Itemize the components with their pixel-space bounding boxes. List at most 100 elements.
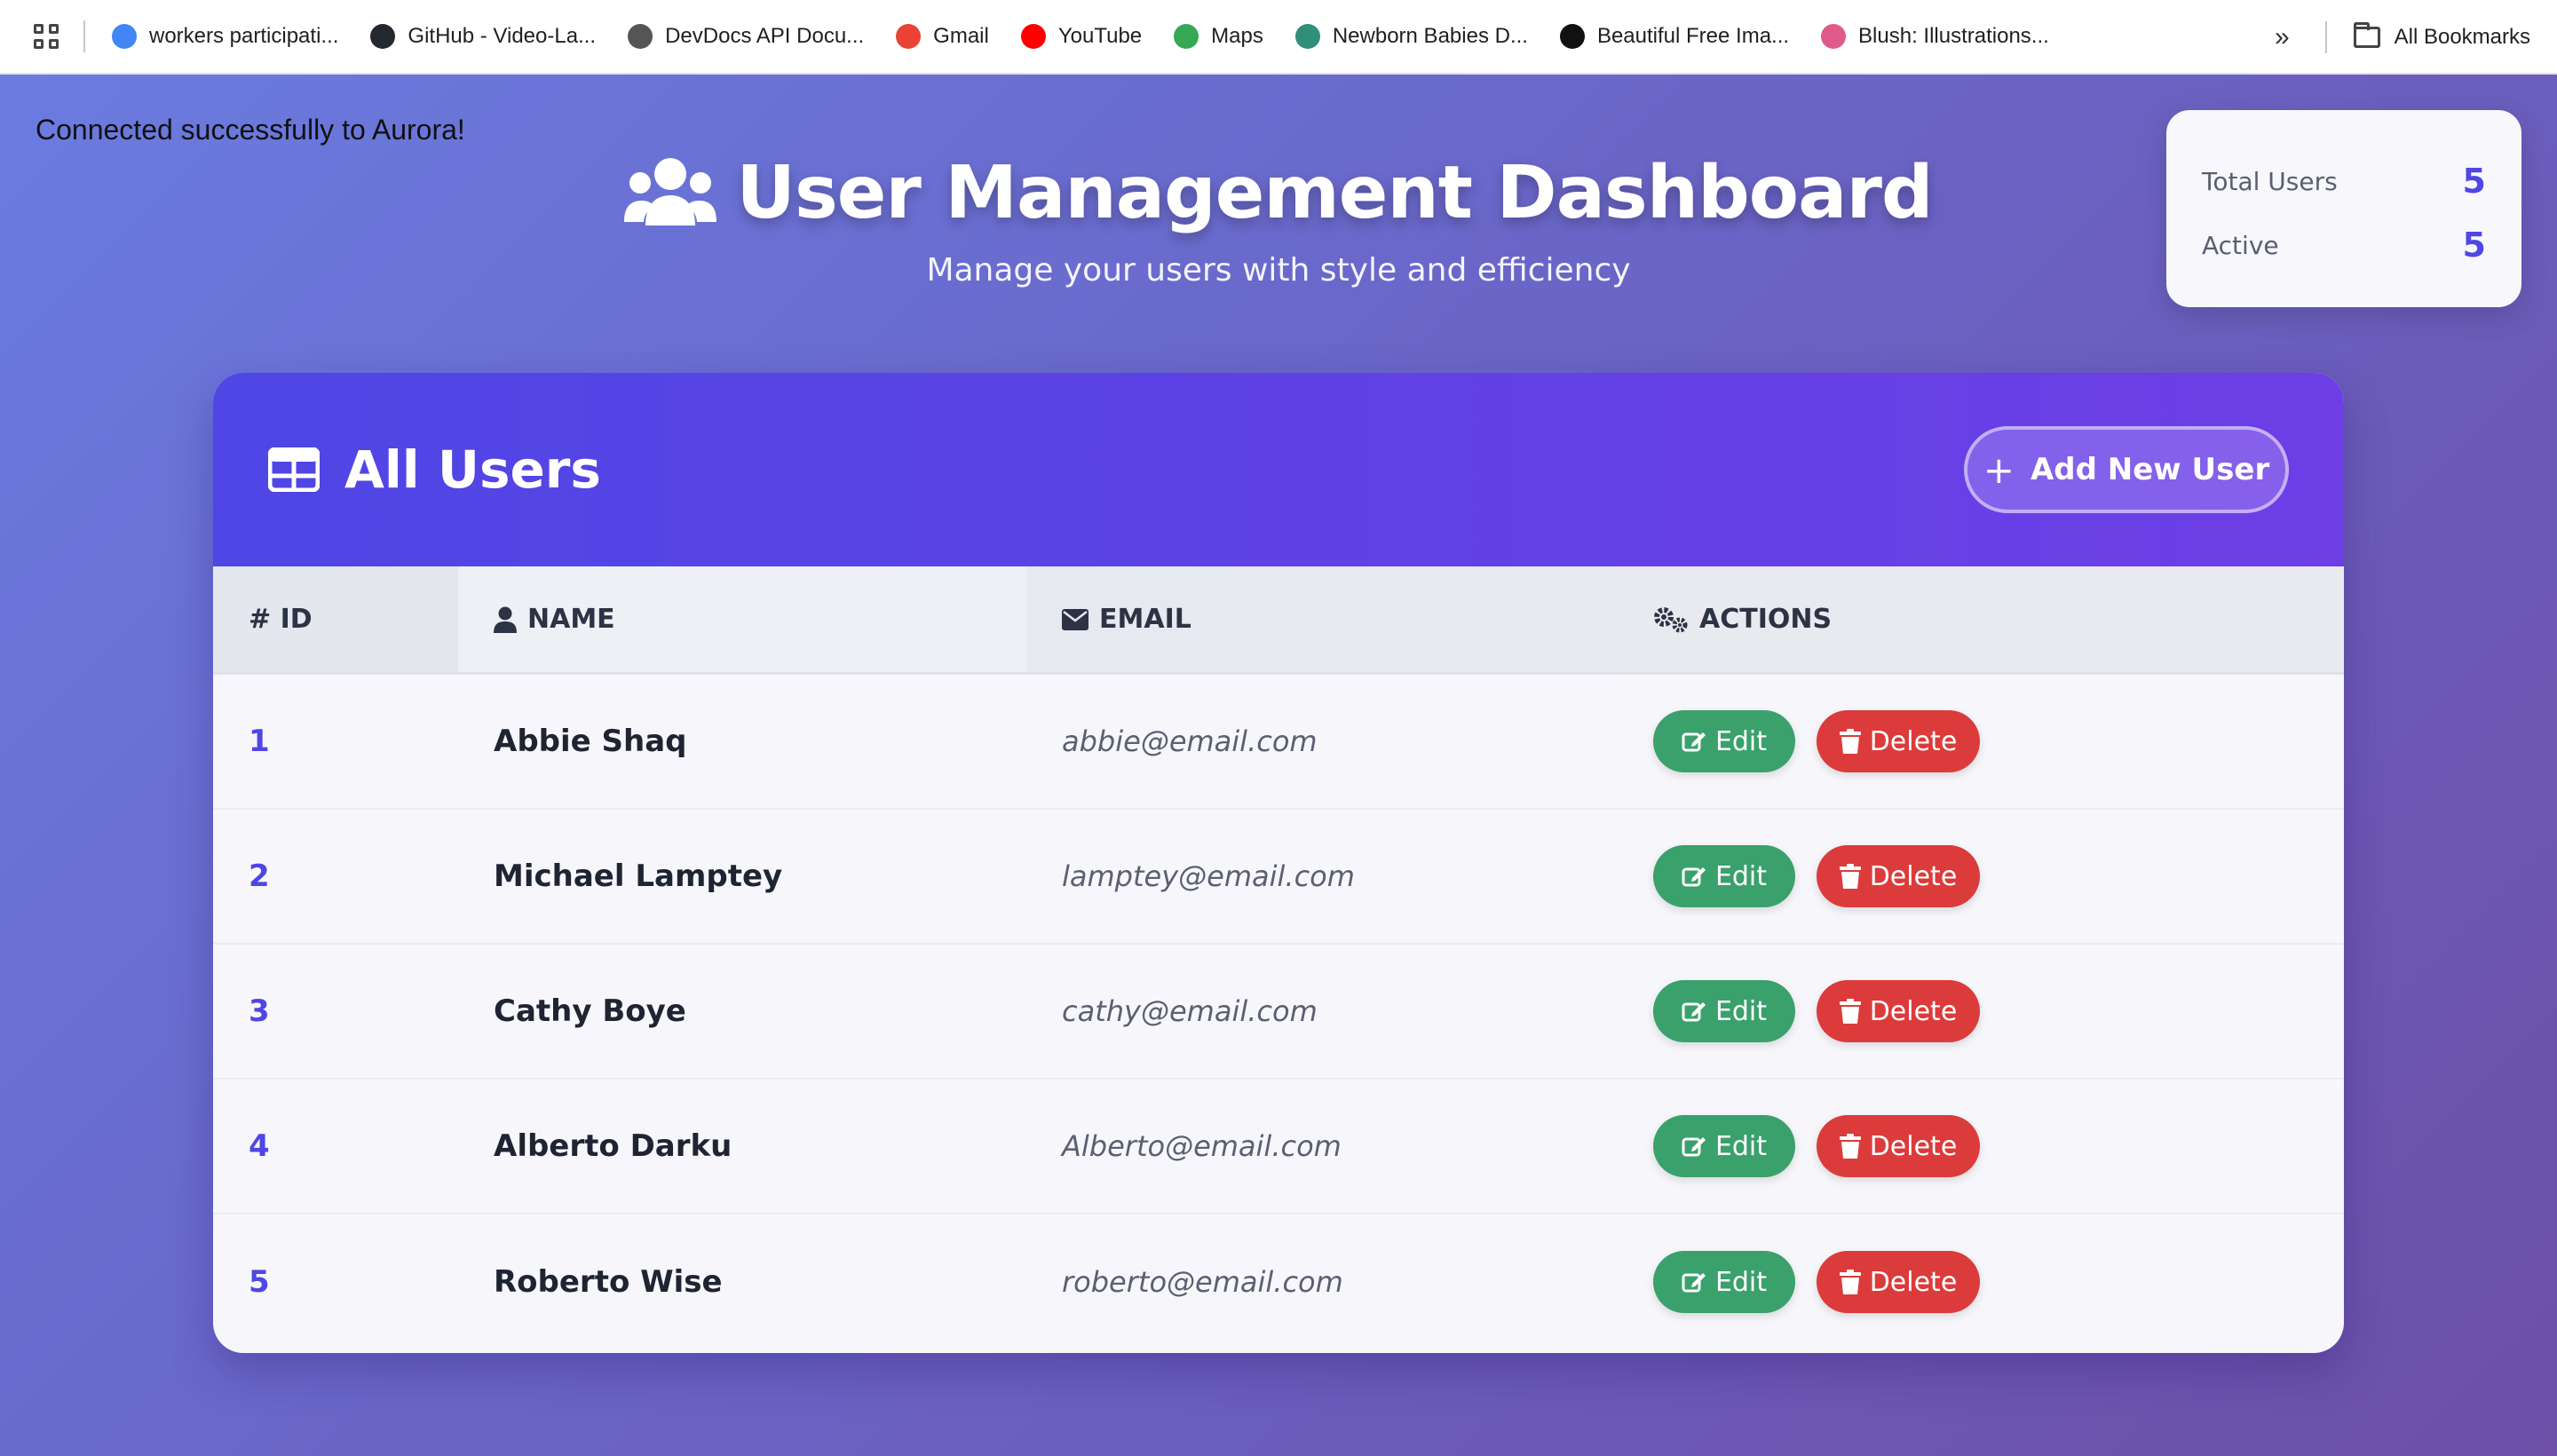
header-name-label: NAME [527,604,615,635]
stat-label: Total Users [2202,166,2338,196]
plus-icon: + [1983,447,2015,492]
bookmark-label: DevDocs API Docu... [665,24,865,48]
header-id-label: # ID [249,604,313,635]
stats-card: Total Users 5 Active 5 [2166,110,2521,307]
cell-actions: Edit Delete [1618,1251,2344,1313]
bookmarks-bar: workers participati... GitHub - Video-La.… [0,0,2557,75]
bookmark-item[interactable]: Newborn Babies D... [1294,24,1528,49]
delete-button[interactable]: Delete [1817,1115,1980,1177]
gears-icon [1654,606,1688,632]
edit-button[interactable]: Edit [1653,710,1795,772]
trash-icon [1839,999,1861,1024]
cell-actions: Edit Delete [1618,710,2344,772]
delete-button[interactable]: Delete [1817,710,1980,772]
cell-name: Abbie Shaq [494,724,687,759]
unsplash-icon [1559,24,1585,49]
cell-id: 1 [249,724,270,759]
cell-actions: Edit Delete [1618,980,2344,1042]
apps-grid-icon[interactable] [30,20,62,52]
edit-button[interactable]: Edit [1653,1115,1795,1177]
panel-title: All Users [344,439,601,500]
stat-value: 5 [2462,162,2486,201]
header-id: # ID [213,566,458,672]
blush-icon [1821,24,1847,49]
edit-button[interactable]: Edit [1653,980,1795,1042]
table-row: 3 Cathy Boye cathy@email.com Edit Delete [213,945,2344,1080]
delete-label: Delete [1869,995,1958,1027]
delete-button[interactable]: Delete [1817,980,1980,1042]
cell-email: roberto@email.com [1062,1265,1343,1299]
bookmark-item[interactable]: Gmail [896,24,989,49]
edit-button[interactable]: Edit [1653,1251,1795,1313]
bookmark-item[interactable]: workers participati... [112,24,338,49]
edit-icon [1682,732,1706,752]
user-icon [494,606,517,633]
users-panel: All Users + Add New User # ID NAME EMAIL… [213,373,2344,1353]
delete-button[interactable]: Delete [1817,845,1980,907]
bookmark-item[interactable]: GitHub - Video-La... [370,24,596,49]
edit-label: Edit [1714,860,1768,892]
youtube-icon [1020,24,1046,49]
table-body: 1 Abbie Shaq abbie@email.com Edit Delete 2 Mic… [213,675,2344,1349]
delete-label: Delete [1869,1266,1958,1298]
page-title-wrap: User Management Dashboard [624,151,1934,235]
bookmark-list: workers participati... GitHub - Video-La.… [112,24,2081,49]
bookmark-label: Blush: Illustrations... [1858,24,2049,48]
bookmark-item[interactable]: DevDocs API Docu... [628,24,864,49]
add-new-user-label: Add New User [2030,452,2270,487]
edit-icon [1682,1002,1706,1022]
cell-name: Alberto Darku [494,1128,732,1164]
bookmark-item[interactable]: YouTube [1020,24,1143,49]
stat-label: Active [2202,230,2279,260]
cell-name: Cathy Boye [494,993,686,1029]
users-icon [624,157,717,226]
trash-icon [1839,864,1861,889]
header-name: NAME [458,566,1026,672]
table-row: 2 Michael Lamptey lamptey@email.com Edit Del… [213,810,2344,945]
devdocs-icon [628,24,653,49]
trash-icon [1839,1134,1861,1159]
bookmark-label: YouTube [1057,24,1143,48]
trash-icon [1839,1270,1861,1294]
edit-icon [1682,1137,1706,1157]
table-row: 5 Roberto Wise roberto@email.com Edit Delete [213,1215,2344,1349]
cell-actions: Edit Delete [1618,845,2344,907]
header-email-label: EMAIL [1099,604,1191,635]
edit-label: Edit [1714,1130,1768,1162]
panel-title-wrap: All Users [268,439,601,500]
all-bookmarks-label: All Bookmarks [2394,25,2530,49]
google-icon [112,24,137,49]
folder-icon [2353,22,2380,48]
bookmark-label: Maps [1211,24,1263,48]
envelope-icon [1062,608,1089,630]
bookmark-item[interactable]: Maps [1174,24,1263,49]
trash-icon [1839,729,1861,754]
github-icon [370,24,396,49]
delete-label: Delete [1869,725,1958,757]
all-bookmarks-button[interactable]: All Bookmarks [2353,22,2530,50]
edit-label: Edit [1714,995,1768,1027]
bookmark-item[interactable]: Blush: Illustrations... [1821,24,2049,49]
header-email: EMAIL [1026,566,1618,672]
cell-id: 3 [249,993,270,1029]
cell-email: lamptey@email.com [1062,859,1355,893]
edit-label: Edit [1714,725,1768,757]
table-icon [268,447,320,492]
edit-label: Edit [1714,1266,1768,1298]
bookmarks-divider-right [2324,21,2327,53]
edit-icon [1682,867,1706,887]
bookmarks-divider [83,20,85,52]
newborn-icon [1294,24,1320,49]
edit-button[interactable]: Edit [1653,845,1795,907]
bookmark-label: Gmail [933,24,989,48]
cell-actions: Edit Delete [1618,1115,2344,1177]
more-bookmarks-icon[interactable]: » [2275,22,2290,52]
bookmark-label: Newborn Babies D... [1332,24,1528,48]
users-table: # ID NAME EMAIL ACTIONS 1 Abbie Shaq abb… [213,566,2344,1349]
cell-id: 5 [249,1264,270,1300]
table-row: 4 Alberto Darku Alberto@email.com Edit Delet… [213,1080,2344,1215]
bookmark-item[interactable]: Beautiful Free Ima... [1559,24,1789,49]
delete-button[interactable]: Delete [1817,1251,1980,1313]
add-new-user-button[interactable]: + Add New User [1964,426,2289,513]
stat-total-users: Total Users 5 [2202,149,2486,213]
